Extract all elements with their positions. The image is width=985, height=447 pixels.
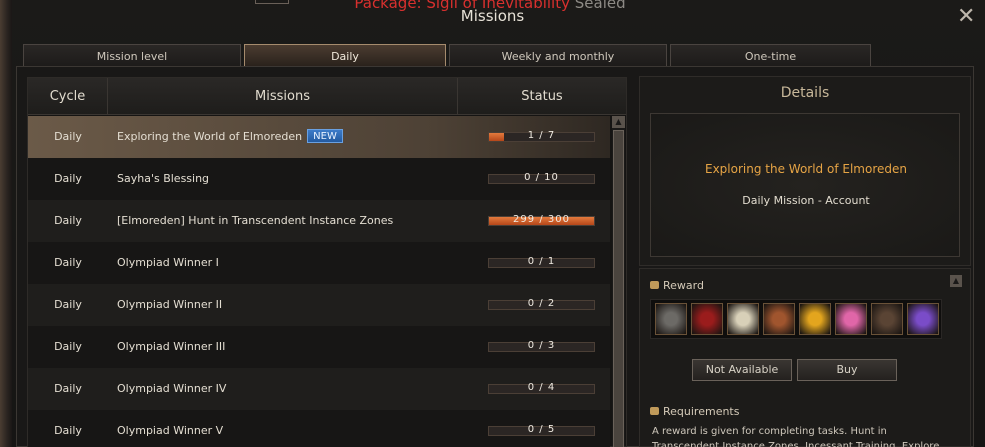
l-coin-icon[interactable] [799,303,831,335]
list-header: Cycle Missions Status [28,78,626,115]
progress-text: 1 / 7 [527,130,556,141]
statue-icon[interactable] [655,303,687,335]
progress-bar: 0 / 2 [488,298,595,310]
red-gem-icon[interactable] [691,303,723,335]
pink-ticket-icon[interactable] [835,303,867,335]
header-status[interactable]: Status [458,78,626,115]
progress-text: 299 / 300 [513,214,570,225]
progress-bar: 299 / 300 [488,214,595,226]
reward-items [650,299,942,339]
mission-name-text: Exploring the World of Elmoreden [117,130,303,143]
progress-text: 0 / 4 [527,382,556,393]
selected-mission-type: Daily Mission - Account [742,194,870,207]
requirements-label-text: Requirements [663,405,740,418]
progress-text: 0 / 10 [524,172,559,183]
row-mission-name: Olympiad Winner III [117,326,225,368]
background-edge [0,0,12,447]
mission-row[interactable]: Daily Olympiad Winner I 0 / 1 [28,242,610,284]
row-mission-name: Olympiad Winner I [117,242,219,284]
reward-panel: Reward ▲ Not Available Buy Requirements … [639,268,971,447]
progress-text: 0 / 2 [527,298,556,309]
mission-row[interactable]: Daily Olympiad Winner V 0 / 5 [28,410,610,447]
mission-row[interactable]: Daily Exploring the World of Elmoreden NEW… [28,116,610,158]
mission-row[interactable]: Daily [Elmoreden] Hunt in Transcendent In… [28,200,610,242]
row-cycle: Daily [54,256,82,269]
armor-icon[interactable] [871,303,903,335]
row-mission-name: Olympiad Winner IV [117,368,226,410]
mission-list: Cycle Missions Status Daily Exploring the… [27,77,627,447]
tab-mission-level[interactable]: Mission level [23,44,241,66]
scroll-icon[interactable] [727,303,759,335]
missions-window: Package: Sigil of Inevitability Sealed M… [0,0,985,447]
details-title: Details [780,85,830,101]
details-box: Exploring the World of Elmoreden Daily M… [650,113,960,257]
mission-name-text: [Elmoreden] Hunt in Transcendent Instanc… [117,214,394,227]
not-available-button[interactable]: Not Available [692,359,792,381]
collapse-up-icon[interactable]: ▲ [950,275,962,287]
row-cycle: Daily [54,340,82,353]
progress-bar: 0 / 5 [488,424,595,436]
header-missions[interactable]: Missions [108,78,458,115]
requirements-icon [650,407,659,415]
mission-name-text: Olympiad Winner II [117,298,223,311]
row-cycle: Daily [54,424,82,437]
progress-bar: 1 / 7 [488,130,595,142]
new-badge: NEW [307,129,343,143]
mission-row[interactable]: Daily Olympiad Winner IV 0 / 4 [28,368,610,410]
tab-weekly-monthly[interactable]: Weekly and monthly [449,44,667,66]
row-mission-name: Sayha's Blessing [117,158,209,200]
row-mission-name: Olympiad Winner V [117,410,223,447]
scroll-thumb[interactable] [613,130,624,447]
reward-label: Reward [650,279,704,292]
requirements-text: A reward is given for completing tasks. … [652,426,940,447]
progress-text: 0 / 3 [527,340,556,351]
row-mission-name: Olympiad Winner II [117,284,222,326]
mission-name-text: Olympiad Winner IV [117,382,227,395]
ornate-disc-icon[interactable] [763,303,795,335]
details-panel: Details Exploring the World of Elmoreden… [639,76,971,266]
selected-mission-name: Exploring the World of Elmoreden [705,162,907,176]
header-cycle[interactable]: Cycle [28,78,108,115]
row-cycle: Daily [54,298,82,311]
mission-name-text: Olympiad Winner V [117,424,224,437]
list-scrollbar[interactable]: ▲ [612,116,625,447]
progress-bar: 0 / 4 [488,382,595,394]
progress-text: 0 / 5 [527,424,556,435]
mission-name-text: Olympiad Winner III [117,340,226,353]
row-mission-name: Exploring the World of Elmoreden NEW [117,116,343,158]
scroll-up-icon[interactable]: ▲ [612,116,625,128]
mission-name-text: Olympiad Winner I [117,256,219,269]
tab-one-time[interactable]: One-time [670,44,871,66]
progress-bar: 0 / 10 [488,172,595,184]
reward-bag-icon [650,281,659,289]
row-mission-name: [Elmoreden] Hunt in Transcendent Instanc… [117,200,393,242]
window-title: Missions [460,7,525,25]
row-cycle: Daily [54,382,82,395]
mission-row[interactable]: Daily Olympiad Winner III 0 / 3 [28,326,610,368]
tab-daily[interactable]: Daily [244,44,446,66]
progress-text: 0 / 1 [527,256,556,267]
progress-bar: 0 / 3 [488,340,595,352]
buy-button[interactable]: Buy [797,359,897,381]
progress-bar: 0 / 1 [488,256,595,268]
mission-row[interactable]: Daily Olympiad Winner II 0 / 2 [28,284,610,326]
row-cycle: Daily [54,214,82,227]
mission-name-text: Sayha's Blessing [117,172,210,185]
purple-cauldron-icon[interactable] [907,303,939,335]
row-cycle: Daily [54,172,82,185]
row-cycle: Daily [54,130,82,143]
requirements-label: Requirements [650,405,739,418]
close-icon[interactable]: ✕ [957,6,975,28]
mission-row[interactable]: Daily Sayha's Blessing 0 / 10 [28,158,610,200]
reward-label-text: Reward [663,279,704,292]
